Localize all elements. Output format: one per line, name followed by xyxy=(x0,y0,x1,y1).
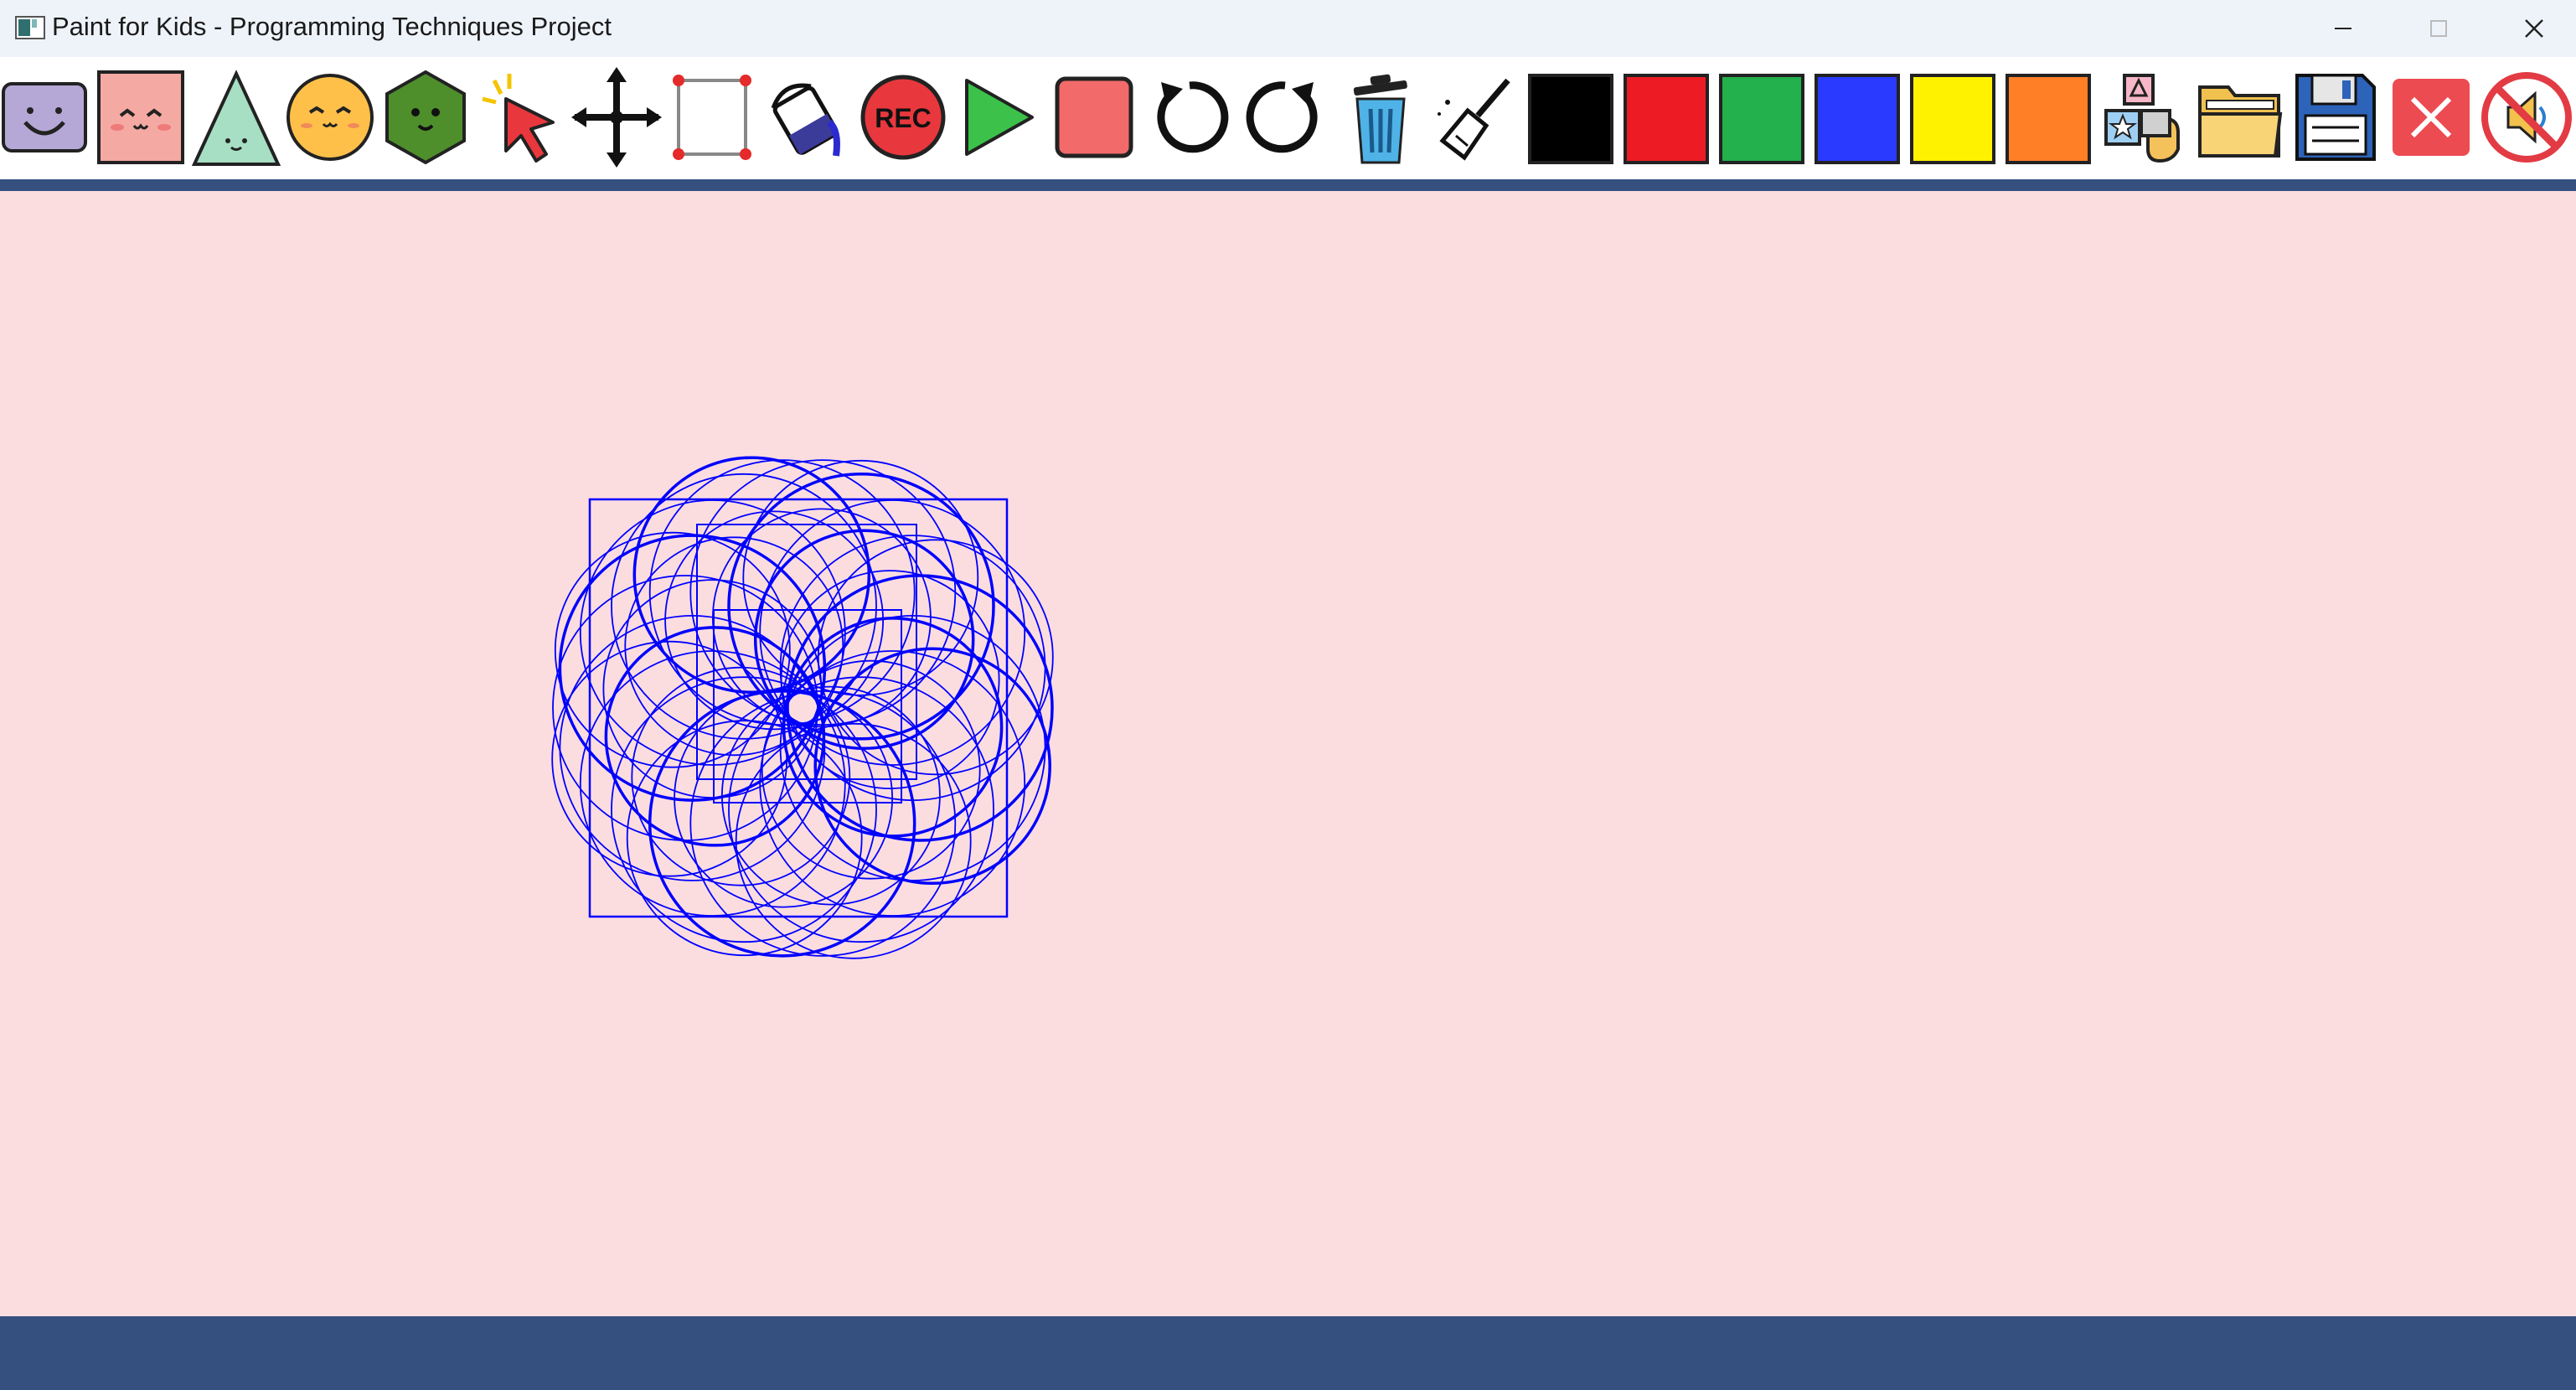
maximize-icon xyxy=(2430,20,2447,37)
move-arrows-icon xyxy=(571,67,662,168)
app-icon xyxy=(15,16,45,39)
toolbar: REC xyxy=(0,57,2576,179)
toolbar-divider xyxy=(0,179,2576,191)
tool-record[interactable]: REC xyxy=(858,64,948,171)
circle-group xyxy=(551,456,1054,959)
spirograph-drawing xyxy=(551,456,1054,959)
window-title: Paint for Kids - Programming Techniques … xyxy=(52,12,612,41)
color-black[interactable] xyxy=(1526,64,1617,171)
record-icon: REC xyxy=(860,75,946,160)
spiro-circle xyxy=(813,647,1051,886)
redo-icon xyxy=(1246,81,1318,153)
trash-icon xyxy=(1353,74,1407,164)
status-bar xyxy=(0,1316,2576,1390)
floppy-disk-icon xyxy=(2295,74,2376,161)
face-circle-icon xyxy=(287,74,374,161)
tool-open[interactable] xyxy=(2195,64,2285,171)
tool-move[interactable] xyxy=(571,64,662,171)
tool-stop[interactable] xyxy=(1049,64,1139,171)
color-swatch-icon xyxy=(1624,74,1709,164)
resize-box-icon xyxy=(673,75,751,160)
color-red[interactable] xyxy=(1622,64,1712,171)
tool-circle[interactable] xyxy=(285,64,375,171)
no-sound-icon xyxy=(2481,72,2572,163)
tool-square[interactable] xyxy=(96,64,186,171)
shape-blocks-icon xyxy=(2104,74,2180,163)
tool-exit[interactable] xyxy=(2386,64,2476,171)
color-swatch-icon xyxy=(1719,74,1804,164)
stop-icon xyxy=(1055,76,1133,158)
color-swatch-icon xyxy=(1910,74,1995,164)
drawing-canvas[interactable] xyxy=(0,191,2576,1316)
close-x-icon xyxy=(2393,79,2470,156)
color-swatch-icon xyxy=(2006,74,2091,164)
title-bar: Paint for Kids - Programming Techniques … xyxy=(0,0,2576,57)
tool-triangle[interactable] xyxy=(191,64,281,171)
record-label: REC xyxy=(875,103,932,133)
color-orange[interactable] xyxy=(2004,64,2094,171)
minimize-icon xyxy=(2335,28,2351,29)
tool-rounded-square[interactable] xyxy=(0,64,90,171)
tool-hexagon[interactable] xyxy=(380,64,471,171)
tool-delete[interactable] xyxy=(1335,64,1426,171)
tool-fill[interactable] xyxy=(762,64,853,171)
tool-save[interactable] xyxy=(2290,64,2381,171)
minimize-button[interactable] xyxy=(2297,0,2389,57)
tool-redo[interactable] xyxy=(1240,64,1330,171)
maximize-button[interactable] xyxy=(2393,0,2485,57)
face-triangle-icon xyxy=(191,70,281,166)
tool-mute[interactable] xyxy=(2481,64,2572,171)
color-green[interactable] xyxy=(1717,64,1808,171)
close-icon xyxy=(2525,19,2543,38)
face-hexagon-icon xyxy=(385,70,466,165)
folder-icon xyxy=(2198,85,2283,158)
color-blue[interactable] xyxy=(1813,64,1903,171)
undo-icon xyxy=(1157,81,1229,153)
broom-icon xyxy=(1438,78,1510,161)
tool-play[interactable] xyxy=(953,64,1044,171)
smiley-square-icon xyxy=(2,82,87,152)
tool-undo[interactable] xyxy=(1144,64,1235,171)
tool-select[interactable] xyxy=(476,64,566,171)
play-icon xyxy=(965,79,1034,156)
pink-face-square-icon xyxy=(97,70,184,164)
color-yellow[interactable] xyxy=(1908,64,1999,171)
tool-clear[interactable] xyxy=(1431,64,1521,171)
color-swatch-icon xyxy=(1815,74,1900,164)
paint-bucket-icon xyxy=(771,83,840,157)
pointer-arrow-icon xyxy=(482,74,555,163)
tool-play-mode[interactable] xyxy=(2099,64,2190,171)
color-swatch-icon xyxy=(1528,74,1613,164)
close-button[interactable] xyxy=(2488,0,2576,57)
tool-resize[interactable] xyxy=(667,64,757,171)
